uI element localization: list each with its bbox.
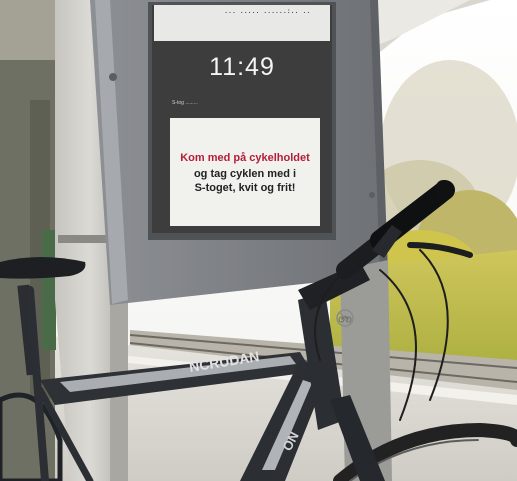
message-headline: Kom med på cykelholdet [180, 152, 310, 164]
photo-scene: NCRUDAN ON ... ..... ......:.. .. 11:49 … [0, 0, 517, 481]
message-line-3: S-toget, kvit og frit! [194, 182, 296, 194]
no-bicycle-sign-icon [336, 309, 354, 327]
top-band-text: ... ..... ......:.. .. [224, 7, 311, 15]
clock: 11:49 [209, 53, 275, 81]
display-top-band: ... ..... ......:.. .. [154, 5, 330, 41]
message-line-2: og tag cyklen med i [193, 168, 297, 180]
status-line: S-tog ......... [172, 100, 198, 106]
info-display: ... ..... ......:.. .. 11:49 S-tog .....… [152, 5, 354, 327]
message-panel: Kom med på cykelholdet og tag cyklen med… [170, 118, 354, 327]
